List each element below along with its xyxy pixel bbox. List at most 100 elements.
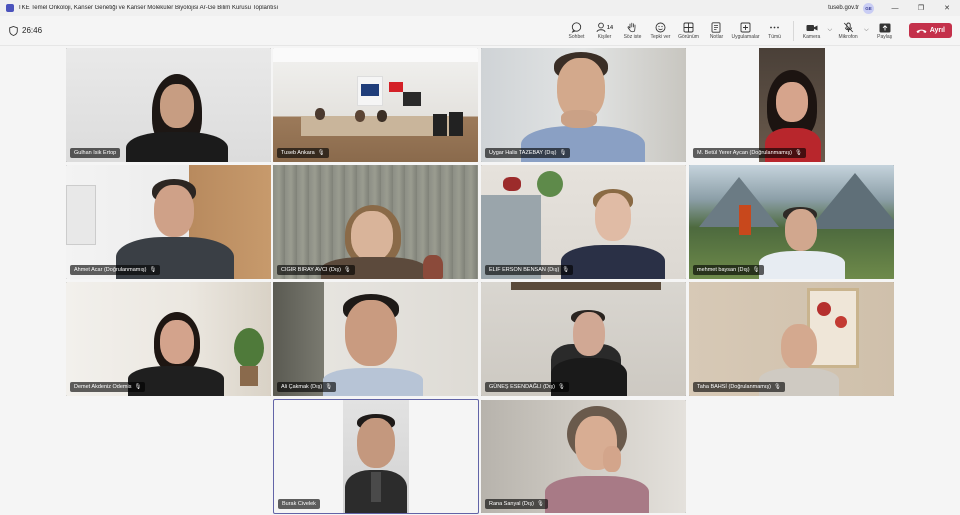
video-feed bbox=[66, 165, 271, 279]
user-avatar[interactable]: GE bbox=[863, 2, 874, 14]
restore-button[interactable]: ❐ bbox=[908, 4, 934, 12]
participant-name-tag: Uygar Halis TAZEBAY (Dış) 🎙 bbox=[485, 148, 571, 158]
participant-tile[interactable]: Ali Çakmak (Dış) 🎙 bbox=[273, 282, 478, 396]
participant-tile[interactable]: mehmet baysan (Dış) 🎙 bbox=[689, 165, 894, 279]
participant-name-tag: mehmet baysan (Dış) 🎙 bbox=[693, 265, 764, 275]
share-label: Paylaş bbox=[877, 34, 893, 40]
mic-off-icon: 🎙 bbox=[752, 267, 760, 273]
camera-button[interactable]: Kamera bbox=[798, 16, 826, 46]
participant-tile[interactable]: Gulhan Isik Ertop bbox=[66, 48, 271, 162]
window-title: TKE Temel Onkoloji, Kanser Genetiği ve K… bbox=[18, 5, 279, 11]
view-button[interactable]: Görünüm bbox=[674, 16, 702, 46]
video-feed bbox=[343, 400, 409, 513]
mic-off-icon: 🎙 bbox=[343, 267, 351, 273]
participant-tile[interactable]: Ahmet Acar (Doğrulanmamış) 🎙 bbox=[66, 165, 271, 279]
participant-tile[interactable]: ELIF ERSON BENSAN (Dış) 🎙 bbox=[481, 165, 686, 279]
mic-off-icon bbox=[843, 21, 854, 34]
more-button[interactable]: Tümü bbox=[761, 16, 789, 46]
mic-off-icon: 🎙 bbox=[149, 267, 157, 273]
participant-name-tag: Ahmet Acar (Doğrulanmamış) 🎙 bbox=[70, 265, 161, 275]
close-window-button[interactable]: ✕ bbox=[934, 4, 960, 12]
video-feed bbox=[481, 400, 686, 513]
mic-button[interactable]: Mikrofon bbox=[834, 16, 862, 46]
people-label: Kişiler bbox=[597, 34, 612, 40]
phone-hangup-icon bbox=[916, 29, 927, 33]
participant-tile[interactable]: Uygar Halis TAZEBAY (Dış) 🎙 bbox=[481, 48, 686, 162]
shield-icon[interactable] bbox=[8, 25, 18, 36]
participant-name-tag: CIGIR BIRAY AVCI (Dış) 🎙 bbox=[277, 265, 355, 275]
participant-name-tag: ELIF ERSON BENSAN (Dış) 🎙 bbox=[485, 265, 574, 275]
participant-tile[interactable]: CIGIR BIRAY AVCI (Dış) 🎙 bbox=[273, 165, 478, 279]
video-feed bbox=[759, 48, 825, 162]
mic-off-icon: 🎙 bbox=[558, 384, 565, 390]
apps-button[interactable]: Uygulamalar bbox=[730, 16, 760, 46]
chevron-down-icon[interactable]: ⌵ bbox=[864, 27, 869, 34]
participant-name-tag: Tuseb Ankara 🎙 bbox=[277, 148, 329, 158]
view-label: Görünüm bbox=[678, 34, 699, 40]
share-icon bbox=[879, 21, 891, 34]
camera-label: Kamera bbox=[802, 34, 821, 40]
mic-off-icon: 🎙 bbox=[773, 384, 781, 390]
org-label: tuseb.gov.tr bbox=[828, 5, 859, 11]
add-app-icon bbox=[740, 21, 751, 34]
participant-name-tag: Burak Civelek bbox=[278, 499, 320, 509]
mic-off-icon: 🎙 bbox=[325, 384, 333, 390]
participant-tile[interactable]: Tuseb Ankara 🎙 bbox=[273, 48, 478, 162]
teams-logo-icon bbox=[6, 4, 14, 12]
mic-off-icon: 🎙 bbox=[559, 150, 567, 156]
participant-tile[interactable]: GÜNEŞ ESENDAĞLI (Dış) 🎙 bbox=[481, 282, 686, 396]
notes-label: Notlar bbox=[709, 34, 724, 40]
share-button[interactable]: Paylaş bbox=[871, 16, 899, 46]
mic-off-icon: 🎙 bbox=[536, 501, 544, 507]
people-icon: 14 bbox=[596, 21, 613, 34]
react-label: Tepki ver bbox=[650, 34, 671, 40]
participant-name-tag: Rana Sanyal (Dış) 🎙 bbox=[485, 499, 548, 509]
meeting-timer: 26:46 bbox=[22, 26, 43, 35]
mic-label: Mikrofon bbox=[838, 34, 858, 40]
smiley-icon bbox=[655, 21, 666, 34]
leave-button[interactable]: Ayrıl bbox=[908, 23, 952, 38]
mic-off-icon: 🎙 bbox=[794, 150, 802, 156]
participant-tile[interactable]: Taha BAHSİ (Doğrulanmamış) 🎙 bbox=[689, 282, 894, 396]
participant-tile[interactable]: Rana Sanyal (Dış) 🎙 bbox=[481, 400, 686, 513]
participant-name-tag: Gulhan Isik Ertop bbox=[70, 148, 121, 158]
notes-icon bbox=[711, 21, 721, 34]
notes-button[interactable]: Notlar bbox=[702, 16, 730, 46]
video-feed bbox=[689, 165, 894, 279]
chat-button[interactable]: Sohbet bbox=[562, 16, 590, 46]
participant-name-tag: Ali Çakmak (Dış) 🎙 bbox=[277, 382, 337, 392]
grid-view-icon bbox=[683, 21, 694, 34]
toolbar-divider bbox=[792, 20, 794, 41]
participant-tile[interactable]: M. Betül Yerer Aycan (Doğrulanmamış) 🎙 bbox=[689, 48, 894, 162]
raise-hand-button[interactable]: Söz iste bbox=[618, 16, 646, 46]
chevron-down-icon[interactable]: ⌵ bbox=[828, 27, 833, 34]
participant-name-tag: Taha BAHSİ (Doğrulanmamış) 🎙 bbox=[693, 382, 785, 392]
video-feed bbox=[481, 165, 686, 279]
participant-name-tag: Demet Akdeniz Odemis 🎙 bbox=[70, 382, 146, 392]
participant-tile-active-speaker[interactable]: Burak Civelek bbox=[273, 399, 479, 514]
mic-off-icon: 🎙 bbox=[134, 384, 142, 390]
video-feed bbox=[481, 48, 686, 162]
hand-icon bbox=[627, 21, 637, 34]
mic-off-icon: 🎙 bbox=[562, 267, 570, 273]
title-bar: TKE Temel Onkoloji, Kanser Genetiği ve K… bbox=[0, 0, 960, 16]
participant-name-tag: M. Betül Yerer Aycan (Doğrulanmamış) 🎙 bbox=[693, 148, 806, 158]
video-feed bbox=[273, 282, 478, 396]
people-button[interactable]: 14 Kişiler bbox=[590, 16, 618, 46]
minimize-button[interactable]: — bbox=[882, 5, 908, 12]
react-button[interactable]: Tepki ver bbox=[646, 16, 674, 46]
more-dots-icon bbox=[769, 21, 780, 34]
apps-label: Uygulamalar bbox=[731, 34, 760, 40]
meeting-toolbar: 26:46 Sohbet 14 Kişiler Söz iste Tepki v… bbox=[0, 16, 960, 46]
video-feed bbox=[273, 165, 478, 279]
video-feed bbox=[66, 48, 271, 162]
chat-icon bbox=[571, 21, 582, 34]
participant-tile[interactable]: Demet Akdeniz Odemis 🎙 bbox=[66, 282, 271, 396]
participant-name-tag: GÜNEŞ ESENDAĞLI (Dış) 🎙 bbox=[485, 382, 569, 392]
video-feed bbox=[66, 282, 271, 396]
video-feed bbox=[689, 282, 894, 396]
more-label: Tümü bbox=[768, 34, 781, 40]
camera-icon bbox=[806, 21, 818, 34]
people-count: 14 bbox=[606, 24, 614, 31]
chat-label: Sohbet bbox=[568, 34, 585, 40]
